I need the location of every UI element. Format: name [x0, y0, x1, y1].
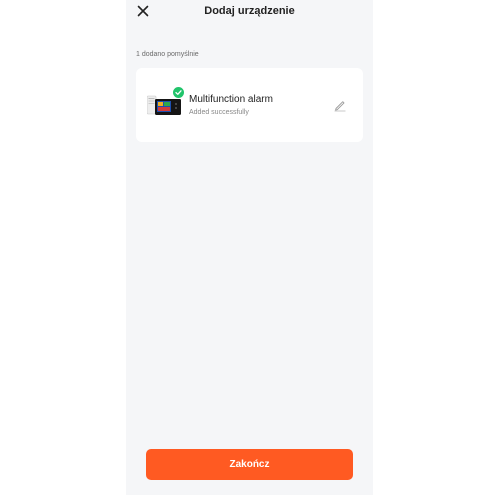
- device-card[interactable]: Multifunction alarm Added successfully: [136, 68, 363, 142]
- device-status: Added successfully: [189, 109, 249, 116]
- finish-button[interactable]: Zakończ: [146, 449, 353, 480]
- header: Dodaj urządzenie: [126, 0, 373, 26]
- check-circle-icon: [175, 90, 182, 95]
- pencil-icon: [334, 101, 346, 112]
- added-count-label: 1 dodano pomyślnie: [136, 51, 199, 58]
- add-device-screen: Dodaj urządzenie 1 dodano pomyślnie Mult…: [126, 0, 373, 495]
- edit-device-button[interactable]: [333, 98, 347, 112]
- success-badge: [172, 86, 185, 99]
- page-title: Dodaj urządzenie: [204, 5, 295, 17]
- device-name: Multifunction alarm: [189, 94, 273, 105]
